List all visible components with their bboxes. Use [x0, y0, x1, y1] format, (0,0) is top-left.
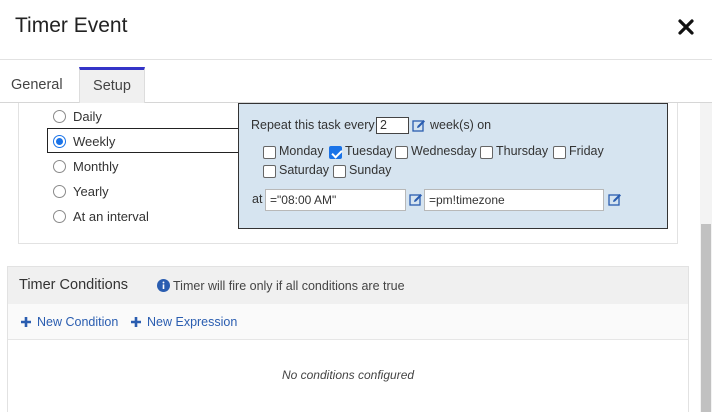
checkbox-saturday[interactable]: [263, 165, 276, 178]
radio-weekly-label: Weekly: [73, 133, 116, 149]
plus-icon: [131, 317, 141, 327]
checkbox-tuesday[interactable]: [329, 146, 342, 159]
plus-icon: [21, 317, 31, 327]
info-icon: [157, 279, 170, 292]
new-condition-link[interactable]: New Condition: [20, 315, 118, 329]
radio-weekly-circle[interactable]: [53, 134, 66, 148]
radio-monthly[interactable]: Monthly: [53, 156, 119, 176]
radio-daily-label: Daily: [73, 108, 102, 124]
radio-interval[interactable]: At an interval: [53, 206, 149, 226]
edit-icon[interactable]: [409, 193, 423, 207]
radio-weekly[interactable]: Weekly: [53, 131, 115, 151]
radio-yearly-circle[interactable]: [53, 184, 66, 198]
radio-daily[interactable]: Daily: [53, 106, 102, 126]
scrollbar-thumb[interactable]: [701, 224, 711, 412]
label-thursday: Thursday: [496, 144, 549, 158]
repeat-prefix-label: Repeat this task every: [251, 118, 375, 132]
new-expression-link[interactable]: New Expression: [130, 315, 237, 329]
radio-yearly[interactable]: Yearly: [53, 181, 109, 201]
label-sunday: Sunday: [349, 163, 392, 177]
header-divider: [0, 59, 712, 60]
time-input[interactable]: ="08:00 AM": [265, 189, 406, 211]
checkbox-wednesday[interactable]: [395, 146, 408, 159]
tab-general[interactable]: General: [0, 67, 74, 103]
tab-setup[interactable]: Setup: [79, 67, 145, 103]
label-saturday: Saturday: [279, 163, 330, 177]
checkbox-thursday[interactable]: [480, 146, 493, 159]
empty-conditions-text: No conditions configured: [281, 368, 415, 382]
new-condition-label: New Condition: [37, 315, 119, 329]
radio-interval-circle[interactable]: [53, 209, 66, 223]
edit-icon[interactable]: [412, 119, 426, 133]
label-wednesday: Wednesday: [411, 144, 477, 158]
label-monday: Monday: [279, 144, 324, 158]
checkbox-friday[interactable]: [553, 146, 566, 159]
radio-monthly-label: Monthly: [73, 158, 119, 174]
repeat-weeks-input[interactable]: 2: [376, 117, 409, 134]
label-tuesday: Tuesday: [345, 144, 393, 158]
timezone-input[interactable]: =pm!timezone: [424, 189, 604, 211]
timer-conditions-title: Timer Conditions: [19, 277, 129, 293]
checkbox-sunday[interactable]: [333, 165, 346, 178]
new-expression-label: New Expression: [147, 315, 238, 329]
radio-monthly-circle[interactable]: [53, 159, 66, 173]
timer-conditions-info: Timer will fire only if all conditions a…: [173, 279, 405, 293]
checkbox-monday[interactable]: [263, 146, 276, 159]
label-friday: Friday: [569, 144, 604, 158]
edit-icon[interactable]: [608, 193, 622, 207]
at-label: at: [252, 192, 263, 206]
radio-daily-circle[interactable]: [53, 109, 66, 123]
repeat-suffix-label: week(s) on: [430, 118, 492, 132]
radio-interval-label: At an interval: [73, 208, 149, 224]
dialog-title: Timer Event: [15, 14, 128, 37]
radio-yearly-label: Yearly: [73, 183, 109, 199]
close-icon[interactable]: [677, 18, 695, 36]
